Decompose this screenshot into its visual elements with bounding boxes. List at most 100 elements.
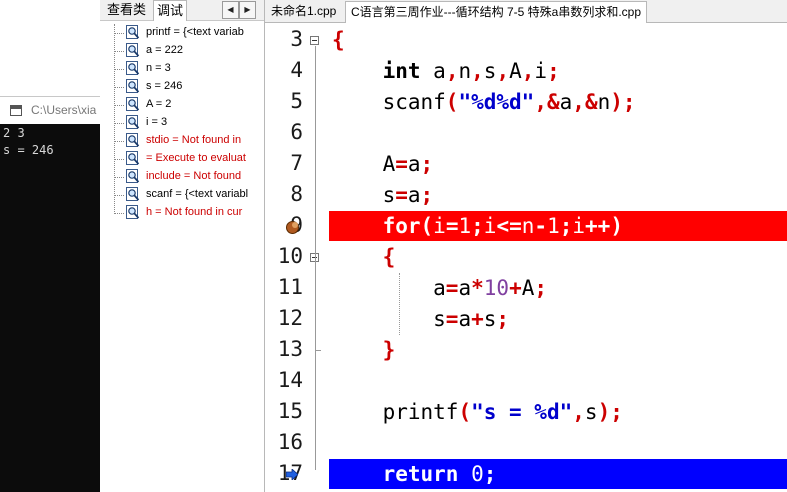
code-line: return 0; xyxy=(332,459,497,489)
console-line: s = 246 xyxy=(3,143,54,157)
watch-text: A = 2 xyxy=(146,98,172,110)
line-number: 15 xyxy=(277,399,303,423)
code-token: s xyxy=(584,400,598,424)
code-token: ) xyxy=(610,214,623,238)
watch-item[interactable]: i = 3 xyxy=(122,114,264,132)
code-token: s xyxy=(483,59,497,83)
watch-text: s = 246 xyxy=(146,80,183,92)
code-token: & xyxy=(584,90,598,114)
code-token: s xyxy=(332,307,446,331)
code-token: a xyxy=(559,90,573,114)
code-token: s xyxy=(332,183,396,207)
magnifier-watch-icon xyxy=(126,169,140,183)
code-token: i xyxy=(572,214,586,238)
code-area[interactable]: { int a,n,s,A,i; scanf("%d%d",&a,&n); A=… xyxy=(329,23,787,492)
line-number: 12 xyxy=(277,306,303,330)
code-token: ) xyxy=(610,90,623,114)
code-token: s xyxy=(483,307,497,331)
watch-item[interactable]: include = Not found xyxy=(122,168,264,186)
file-tab-current[interactable]: C语言第三周作业---循环结构 7-5 特殊a串数列求和.cpp xyxy=(345,1,648,23)
code-token: a xyxy=(407,183,421,207)
watch-item[interactable]: n = 3 xyxy=(122,60,264,78)
fold-guide xyxy=(315,46,316,470)
code-token: ; xyxy=(622,90,636,114)
code-token: ; xyxy=(534,276,548,300)
watch-text: printf = {<text variab xyxy=(146,26,244,38)
console-app-icon xyxy=(10,105,22,116)
watch-text: scanf = {<text variabl xyxy=(146,188,249,200)
code-token: a xyxy=(332,276,446,300)
watch-text: i = 3 xyxy=(146,116,168,128)
code-editor: 未命名1.cpp C语言第三周作业---循环结构 7-5 特殊a串数列求和.cp… xyxy=(265,0,787,492)
code-line: A=a; xyxy=(332,149,434,179)
line-number: 10 xyxy=(277,244,303,268)
tab-class-browser[interactable]: 查看类 xyxy=(104,0,149,19)
code-token: ; xyxy=(610,400,623,424)
code-token: 1 xyxy=(458,214,472,238)
code-token: = xyxy=(445,307,459,331)
code-line: printf("s = %d",s); xyxy=(332,397,623,427)
magnifier-watch-icon xyxy=(126,115,140,129)
code-token: ) xyxy=(597,400,611,424)
line-number: 16 xyxy=(277,430,303,454)
code-token: ; xyxy=(496,307,510,331)
code-line: } xyxy=(332,335,396,365)
tab-debug[interactable]: 调试 xyxy=(153,0,188,21)
code-token: return xyxy=(382,462,459,486)
watch-item[interactable]: a = 222 xyxy=(122,42,264,60)
console-titlebar[interactable]: C:\Users\xia xyxy=(0,96,100,125)
indent-guide xyxy=(399,273,400,335)
code-token: ; xyxy=(420,183,434,207)
code-token: { xyxy=(332,28,345,52)
line-number: 14 xyxy=(277,368,303,392)
watch-item[interactable]: h = Not found in cur xyxy=(122,204,264,222)
code-token: = xyxy=(445,214,459,238)
magnifier-watch-icon xyxy=(126,79,140,93)
code-token: - xyxy=(534,214,548,238)
panel-tab-strip: 查看类 调试 ◀ ▶ xyxy=(100,0,264,21)
code-token: a xyxy=(407,152,421,176)
code-token: = xyxy=(445,276,459,300)
code-line: s=a+s; xyxy=(332,304,509,334)
watch-item[interactable]: = Execute to evaluat xyxy=(122,150,264,168)
console-window[interactable]: C:\Users\xia 2 3 s = 246 xyxy=(0,96,100,492)
code-token: i xyxy=(483,214,497,238)
watch-item[interactable]: s = 246 xyxy=(122,78,264,96)
code-token: 10 xyxy=(483,276,510,300)
code-token: } xyxy=(382,338,396,362)
watch-item[interactable]: printf = {<text variab xyxy=(122,24,264,42)
code-line: s=a; xyxy=(332,180,434,210)
code-token: 1 xyxy=(547,214,560,238)
tab-scroll-right-icon[interactable]: ▶ xyxy=(239,1,256,19)
watch-text: = Execute to evaluat xyxy=(146,152,246,164)
code-token: ++ xyxy=(585,214,611,238)
code-token: n xyxy=(597,90,611,114)
code-token: ( xyxy=(420,214,434,238)
code-token: { xyxy=(382,245,396,269)
magnifier-watch-icon xyxy=(126,25,140,39)
code-line: { xyxy=(332,25,345,55)
breakpoint-dot-icon[interactable] xyxy=(286,221,299,234)
watch-item[interactable]: A = 2 xyxy=(122,96,264,114)
code-token: + xyxy=(509,276,522,300)
watch-text: a = 222 xyxy=(146,44,184,56)
file-tab-untitled[interactable]: 未命名1.cpp xyxy=(266,1,341,21)
code-token: , xyxy=(445,59,459,83)
file-tab-strip: 未命名1.cpp C语言第三周作业---循环结构 7-5 特殊a串数列求和.cp… xyxy=(265,0,787,23)
code-token: A xyxy=(332,152,396,176)
code-token: , xyxy=(572,400,585,424)
line-number-gutter[interactable]: 34567891011121314151617 xyxy=(265,23,329,492)
magnifier-watch-icon xyxy=(126,205,140,219)
fold-minus-icon[interactable] xyxy=(310,36,319,45)
code-token: a xyxy=(420,59,446,83)
code-token: , xyxy=(496,59,510,83)
code-token: A xyxy=(509,59,522,83)
code-token: * xyxy=(471,276,484,300)
tab-scroll-left-icon[interactable]: ◀ xyxy=(222,1,239,19)
magnifier-watch-icon xyxy=(126,187,140,201)
line-number: 3 xyxy=(290,27,303,51)
watch-item[interactable]: stdio = Not found in xyxy=(122,132,264,150)
watch-item[interactable]: scanf = {<text variabl xyxy=(122,186,264,204)
